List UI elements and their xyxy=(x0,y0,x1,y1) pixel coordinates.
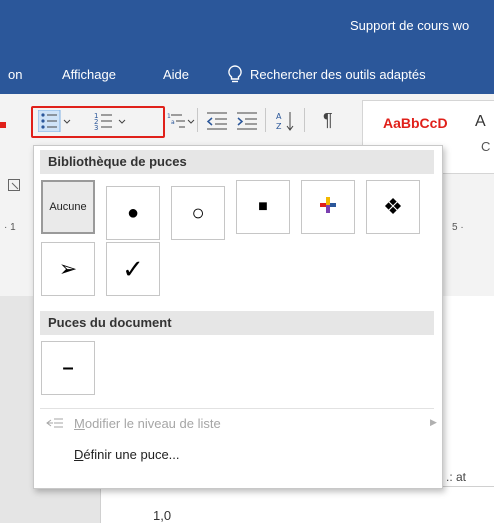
bullet-option-hollow-circle[interactable]: ○ xyxy=(171,186,225,240)
define-bullet-item[interactable]: Définir une puce... xyxy=(74,447,180,462)
pilcrow-icon[interactable]: ¶ xyxy=(323,110,333,131)
menu-bar: on Affichage Aide Rechercher des outils … xyxy=(0,57,494,94)
four-diamonds-icon: ❖ xyxy=(383,194,403,219)
lightbulb-icon xyxy=(228,65,242,90)
menu-item-tab-partial[interactable]: on xyxy=(8,67,22,82)
bullet-none-label: Aucune xyxy=(49,201,87,213)
bullet-option-filled-circle[interactable]: ● xyxy=(106,186,160,240)
menu-item-affichage[interactable]: Affichage xyxy=(62,67,116,82)
partial-icon xyxy=(0,122,6,128)
ruler-right-marks: 5 · xyxy=(452,222,464,233)
table-line xyxy=(100,486,101,523)
svg-text:A: A xyxy=(276,112,282,121)
filled-circle-icon: ● xyxy=(126,201,140,224)
ribbon-divider xyxy=(265,108,266,132)
style-sample-letter[interactable]: A xyxy=(475,113,486,131)
bullet-option-checkmark[interactable]: ✓ xyxy=(106,242,160,296)
bullet-option-none[interactable]: Aucune xyxy=(41,180,95,234)
dialog-launcher-icon[interactable] xyxy=(8,178,20,196)
spacing-value: 1,0 xyxy=(153,508,172,523)
arrowhead-icon: ➢ xyxy=(58,256,78,281)
filled-square-icon: ■ xyxy=(258,198,268,215)
hollow-circle-icon: ○ xyxy=(191,200,205,225)
menu-divider xyxy=(40,408,434,409)
style-sample-letter-2: C xyxy=(481,139,491,154)
menu-item-aide[interactable]: Aide xyxy=(163,67,189,82)
svg-text:a: a xyxy=(171,119,175,126)
document-bullets-header: Puces du document xyxy=(40,311,434,335)
search-tools-label[interactable]: Rechercher des outils adaptés xyxy=(250,67,426,82)
style-sample-text[interactable]: AaBbCcD xyxy=(383,115,448,131)
sort-button[interactable]: A Z xyxy=(276,110,298,137)
bullet-option-filled-square[interactable]: ■ xyxy=(236,180,290,234)
multilevel-list-button[interactable]: 1 a xyxy=(167,110,197,137)
four-color-diamond-icon xyxy=(318,195,338,220)
ribbon-divider xyxy=(304,108,305,132)
bullet-library-dropdown: Bibliothèque de puces Aucune ● ○ ■ ❖ ➢ ✓… xyxy=(33,145,443,489)
increase-indent-button[interactable] xyxy=(235,110,259,137)
bullet-option-dash[interactable]: – xyxy=(41,341,95,395)
decrease-indent-button[interactable] xyxy=(205,110,229,137)
checkmark-icon: ✓ xyxy=(122,253,144,284)
bullets-button[interactable] xyxy=(37,109,74,137)
change-level-icon xyxy=(46,416,64,435)
ruler-left-marks: · 1 xyxy=(4,222,16,233)
change-list-level-item: Modifier le niveau de liste xyxy=(74,416,221,431)
submenu-arrow-icon: ▶ xyxy=(430,417,437,427)
dash-icon: – xyxy=(62,356,74,379)
bullet-option-four-diamonds[interactable]: ❖ xyxy=(366,180,420,234)
svg-text:3: 3 xyxy=(94,124,98,132)
title-bar: Support de cours wo xyxy=(0,0,494,57)
numbering-button[interactable]: 1 2 3 xyxy=(94,110,134,137)
document-side-text: .: at xyxy=(446,470,467,484)
bullet-option-four-color-diamond[interactable] xyxy=(301,180,355,234)
bullet-library-header: Bibliothèque de puces xyxy=(40,150,434,174)
bullet-option-arrowhead[interactable]: ➢ xyxy=(41,242,95,296)
window-title: Support de cours wo xyxy=(350,18,470,33)
ribbon-divider xyxy=(197,108,198,132)
svg-text:Z: Z xyxy=(276,122,282,131)
